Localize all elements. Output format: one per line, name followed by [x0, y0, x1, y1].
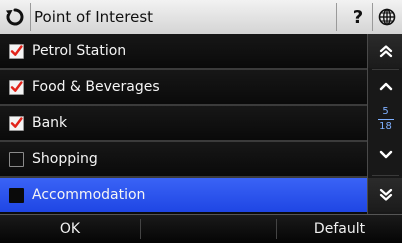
default-button[interactable]: Default [277, 215, 402, 243]
page-up-button[interactable] [368, 34, 402, 68]
scroll-divider [372, 175, 399, 176]
list-item-label: Accommodation [32, 187, 146, 203]
list-item-food-beverages[interactable]: Food & Beverages [0, 70, 367, 104]
list-item-shopping[interactable]: Shopping [0, 142, 367, 176]
back-button[interactable] [0, 0, 30, 34]
header-divider [30, 3, 31, 31]
globe-button[interactable] [372, 0, 402, 34]
scroll-controls: 5 18 [367, 34, 402, 214]
checkmark-icon [10, 117, 23, 128]
scroll-up-button[interactable] [368, 70, 402, 102]
header-bar: Point of Interest ? [0, 0, 402, 35]
footer-bar: OK Default [0, 214, 402, 243]
chevron-up-icon [379, 82, 392, 91]
page-title: Point of Interest [34, 8, 154, 26]
page-indicator: 5 18 [368, 102, 402, 136]
list-item-petrol-station[interactable]: Petrol Station [0, 34, 367, 68]
list-item-accommodation[interactable]: Accommodation [0, 178, 367, 212]
checkbox-unchecked[interactable] [9, 151, 24, 167]
refresh-back-icon [6, 8, 24, 26]
checkbox-checked[interactable] [9, 115, 24, 131]
checkbox-checked[interactable] [9, 43, 24, 59]
poi-category-list: Petrol Station Food & Beverages Bank Sho… [0, 34, 367, 214]
chevron-down-icon [379, 150, 392, 159]
double-chevron-down-icon [379, 188, 392, 201]
list-item-label: Bank [32, 115, 68, 131]
list-item-bank[interactable]: Bank [0, 106, 367, 140]
list-item-label: Food & Beverages [32, 79, 160, 95]
page-down-button[interactable] [368, 178, 402, 212]
checkmark-icon [10, 81, 23, 92]
total-pages: 18 [379, 120, 392, 132]
globe-icon [378, 8, 396, 26]
ok-button[interactable]: OK [0, 215, 140, 243]
double-chevron-up-icon [379, 45, 392, 58]
list-item-label: Petrol Station [32, 43, 127, 59]
header-divider [336, 3, 337, 31]
footer-divider [140, 219, 141, 239]
page-fraction-bar [377, 118, 394, 120]
current-page: 5 [382, 105, 389, 117]
scroll-down-button[interactable] [368, 138, 402, 172]
poi-screen: Point of Interest ? Petrol Station Food … [0, 0, 402, 243]
help-button[interactable]: ? [346, 0, 370, 34]
checkbox-unchecked[interactable] [9, 187, 24, 203]
checkmark-icon [10, 45, 23, 56]
list-item-label: Shopping [32, 151, 98, 167]
checkbox-checked[interactable] [9, 79, 24, 95]
